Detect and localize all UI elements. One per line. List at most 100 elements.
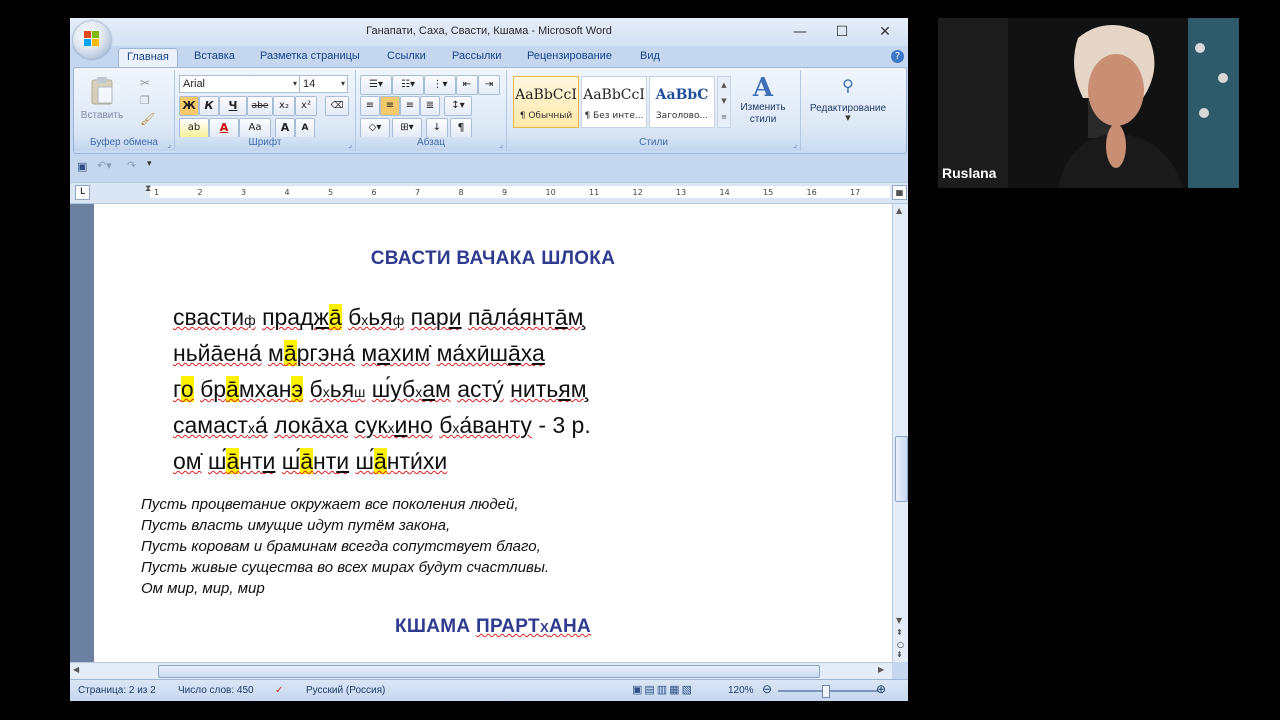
- next-page-icon[interactable]: ⇟: [896, 650, 903, 659]
- zoom-slider-thumb[interactable]: [822, 685, 830, 698]
- font-size-select[interactable]: 14 ▾: [299, 75, 348, 93]
- font-name-select[interactable]: Arial ▾: [179, 75, 300, 93]
- copy-icon[interactable]: ❐: [140, 94, 150, 107]
- align-left-button[interactable]: ≡: [360, 96, 380, 116]
- scroll-thumb[interactable]: [895, 436, 908, 502]
- customize-toolbar-icon[interactable]: ▾: [147, 159, 152, 169]
- ruler-toggle-icon[interactable]: ▦: [892, 185, 907, 200]
- highlight-button[interactable]: ab: [179, 118, 209, 138]
- word-window: Ганапати, Саха, Свасти, Кшама - Microsof…: [70, 18, 908, 701]
- multilevel-list-button[interactable]: ⋮▾: [424, 75, 456, 95]
- scroll-left-icon[interactable]: ◀: [73, 665, 79, 674]
- tab-home[interactable]: Главная: [118, 48, 178, 67]
- align-right-button[interactable]: ≡: [400, 96, 420, 116]
- increase-indent-button[interactable]: ⇥: [478, 75, 500, 95]
- font-color-button[interactable]: A: [209, 118, 239, 138]
- clear-formatting-button[interactable]: ⌫: [325, 96, 349, 116]
- ribbon-tabs: Главная Вставка Разметка страницы Ссылки…: [70, 46, 908, 68]
- translation-line: Пусть коровам и браминам всегда сопутств…: [141, 538, 541, 555]
- binoculars-icon: ⚲: [842, 76, 854, 95]
- format-painter-icon[interactable]: 🖌: [140, 112, 155, 126]
- view-buttons-icon[interactable]: ▣▤▥▦▧: [632, 683, 694, 696]
- numbering-button[interactable]: ☷▾: [392, 75, 424, 95]
- style-no-spacing[interactable]: AaBbCcI ¶ Без инте...: [581, 76, 647, 128]
- language[interactable]: Русский (Россия): [306, 685, 385, 696]
- dialog-launcher-icon[interactable]: ⌟: [499, 140, 503, 149]
- bold-button[interactable]: Ж: [179, 96, 199, 116]
- paste-label: Вставить: [80, 110, 124, 121]
- ruler-number: 12: [632, 188, 643, 197]
- underline-button[interactable]: Ч: [219, 96, 247, 116]
- scroll-down-icon[interactable]: ▼: [896, 616, 902, 625]
- dialog-launcher-icon[interactable]: ⌟: [348, 140, 352, 149]
- tab-insert[interactable]: Вставка: [194, 50, 235, 62]
- chevron-down-icon: ▼: [845, 114, 851, 122]
- paste-button[interactable]: Вставить: [80, 76, 124, 130]
- sort-button[interactable]: ↓: [426, 118, 448, 138]
- tab-page-layout[interactable]: Разметка страницы: [260, 50, 360, 62]
- indent-marker-icon[interactable]: ⧗: [145, 184, 151, 194]
- horizontal-scrollbar[interactable]: ◀ ▶: [70, 662, 892, 679]
- undo-icon[interactable]: ↶▾: [97, 159, 112, 172]
- word-count[interactable]: Число слов: 450: [178, 685, 254, 696]
- ruler-number: 4: [284, 188, 290, 197]
- hscroll-thumb[interactable]: [158, 665, 820, 678]
- close-button[interactable]: ✕: [865, 22, 905, 42]
- subscript-button[interactable]: x₂: [273, 96, 295, 116]
- clipboard-group: Вставить ✂ ❐ 🖌 Буфер обмена ⌟: [74, 70, 175, 151]
- paragraph-group: ☰▾ ☷▾ ⋮▾ ⇤ ⇥ ≡ ≡ ≡ ≣ ↕▾ ◇▾ ⊞▾ ↓ ¶ Абзац ⌟: [356, 70, 507, 151]
- grow-font-button[interactable]: A: [275, 118, 295, 138]
- vertical-scrollbar[interactable]: ▲ ▼ ⇞ ○ ⇟: [892, 204, 908, 662]
- save-icon[interactable]: ▣: [77, 160, 87, 173]
- line-spacing-button[interactable]: ↕▾: [444, 96, 472, 116]
- browse-object-icon[interactable]: ○: [897, 640, 904, 649]
- tab-selector-icon[interactable]: L: [75, 185, 90, 200]
- style-heading1[interactable]: AaBbC Заголово...: [649, 76, 715, 128]
- minimize-button[interactable]: —: [780, 22, 820, 42]
- style-name: Заголово...: [655, 111, 709, 121]
- strikethrough-button[interactable]: abe: [247, 96, 273, 116]
- change-case-button[interactable]: Aa: [239, 118, 271, 138]
- dialog-launcher-icon[interactable]: ⌟: [167, 140, 171, 149]
- italic-button[interactable]: К: [199, 96, 219, 116]
- zoom-out-icon[interactable]: ⊖: [762, 682, 772, 696]
- tab-view[interactable]: Вид: [640, 50, 660, 62]
- repeat-note: - 3 р.: [531, 412, 591, 438]
- ruler-number: 13: [676, 188, 687, 197]
- redo-icon[interactable]: ↷: [127, 159, 136, 172]
- shrink-font-button[interactable]: A: [295, 118, 315, 138]
- page-counter[interactable]: Страница: 2 из 2: [78, 685, 156, 696]
- tab-references[interactable]: Ссылки: [387, 50, 426, 62]
- dialog-launcher-icon[interactable]: ⌟: [793, 140, 797, 149]
- zoom-in-icon[interactable]: ⊕: [876, 682, 886, 696]
- borders-button[interactable]: ⊞▾: [392, 118, 422, 138]
- show-formatting-button[interactable]: ¶: [450, 118, 472, 138]
- scroll-up-icon[interactable]: ▲: [896, 206, 902, 215]
- ruler-number: 9: [502, 188, 508, 197]
- cut-icon[interactable]: ✂: [140, 76, 150, 90]
- ruler-number: 15: [763, 188, 774, 197]
- tab-review[interactable]: Рецензирование: [527, 50, 612, 62]
- prev-page-icon[interactable]: ⇞: [896, 628, 903, 637]
- help-icon[interactable]: ?: [891, 50, 904, 63]
- clipboard-group-label: Буфер обмена ⌟: [74, 137, 174, 151]
- change-styles-button[interactable]: A Изменить стили: [733, 74, 793, 134]
- editing-button[interactable]: ⚲ Редактирование ▼: [802, 72, 894, 134]
- office-button[interactable]: [73, 21, 111, 59]
- style-normal[interactable]: AaBbCcI ¶ Обычный: [513, 76, 579, 128]
- styles-group: AaBbCcI ¶ Обычный AaBbCcI ¶ Без инте... …: [507, 70, 801, 151]
- horizontal-ruler[interactable]: L 1 2 3 4 5 6 7 8 9 10 11 12 13 14 15 16 17 ⧗ ▦: [70, 182, 908, 204]
- decrease-indent-button[interactable]: ⇤: [456, 75, 478, 95]
- scroll-right-icon[interactable]: ▶: [878, 665, 884, 674]
- bullets-button[interactable]: ☰▾: [360, 75, 392, 95]
- align-center-button[interactable]: ≡: [380, 96, 400, 116]
- proofing-icon[interactable]: ✓: [275, 685, 283, 696]
- shading-button[interactable]: ◇▾: [360, 118, 390, 138]
- maximize-button[interactable]: ☐: [822, 22, 862, 42]
- superscript-button[interactable]: x²: [295, 96, 317, 116]
- tab-mailings[interactable]: Рассылки: [452, 50, 501, 62]
- justify-button[interactable]: ≣: [420, 96, 440, 116]
- document-page[interactable]: СВАСТИ ВАЧАКА ШЛОКА свастиф праджа̄ бхья…: [94, 204, 892, 662]
- zoom-level[interactable]: 120%: [728, 685, 754, 696]
- styles-scroll-arrows[interactable]: ▲ ▼ ≡: [717, 76, 731, 128]
